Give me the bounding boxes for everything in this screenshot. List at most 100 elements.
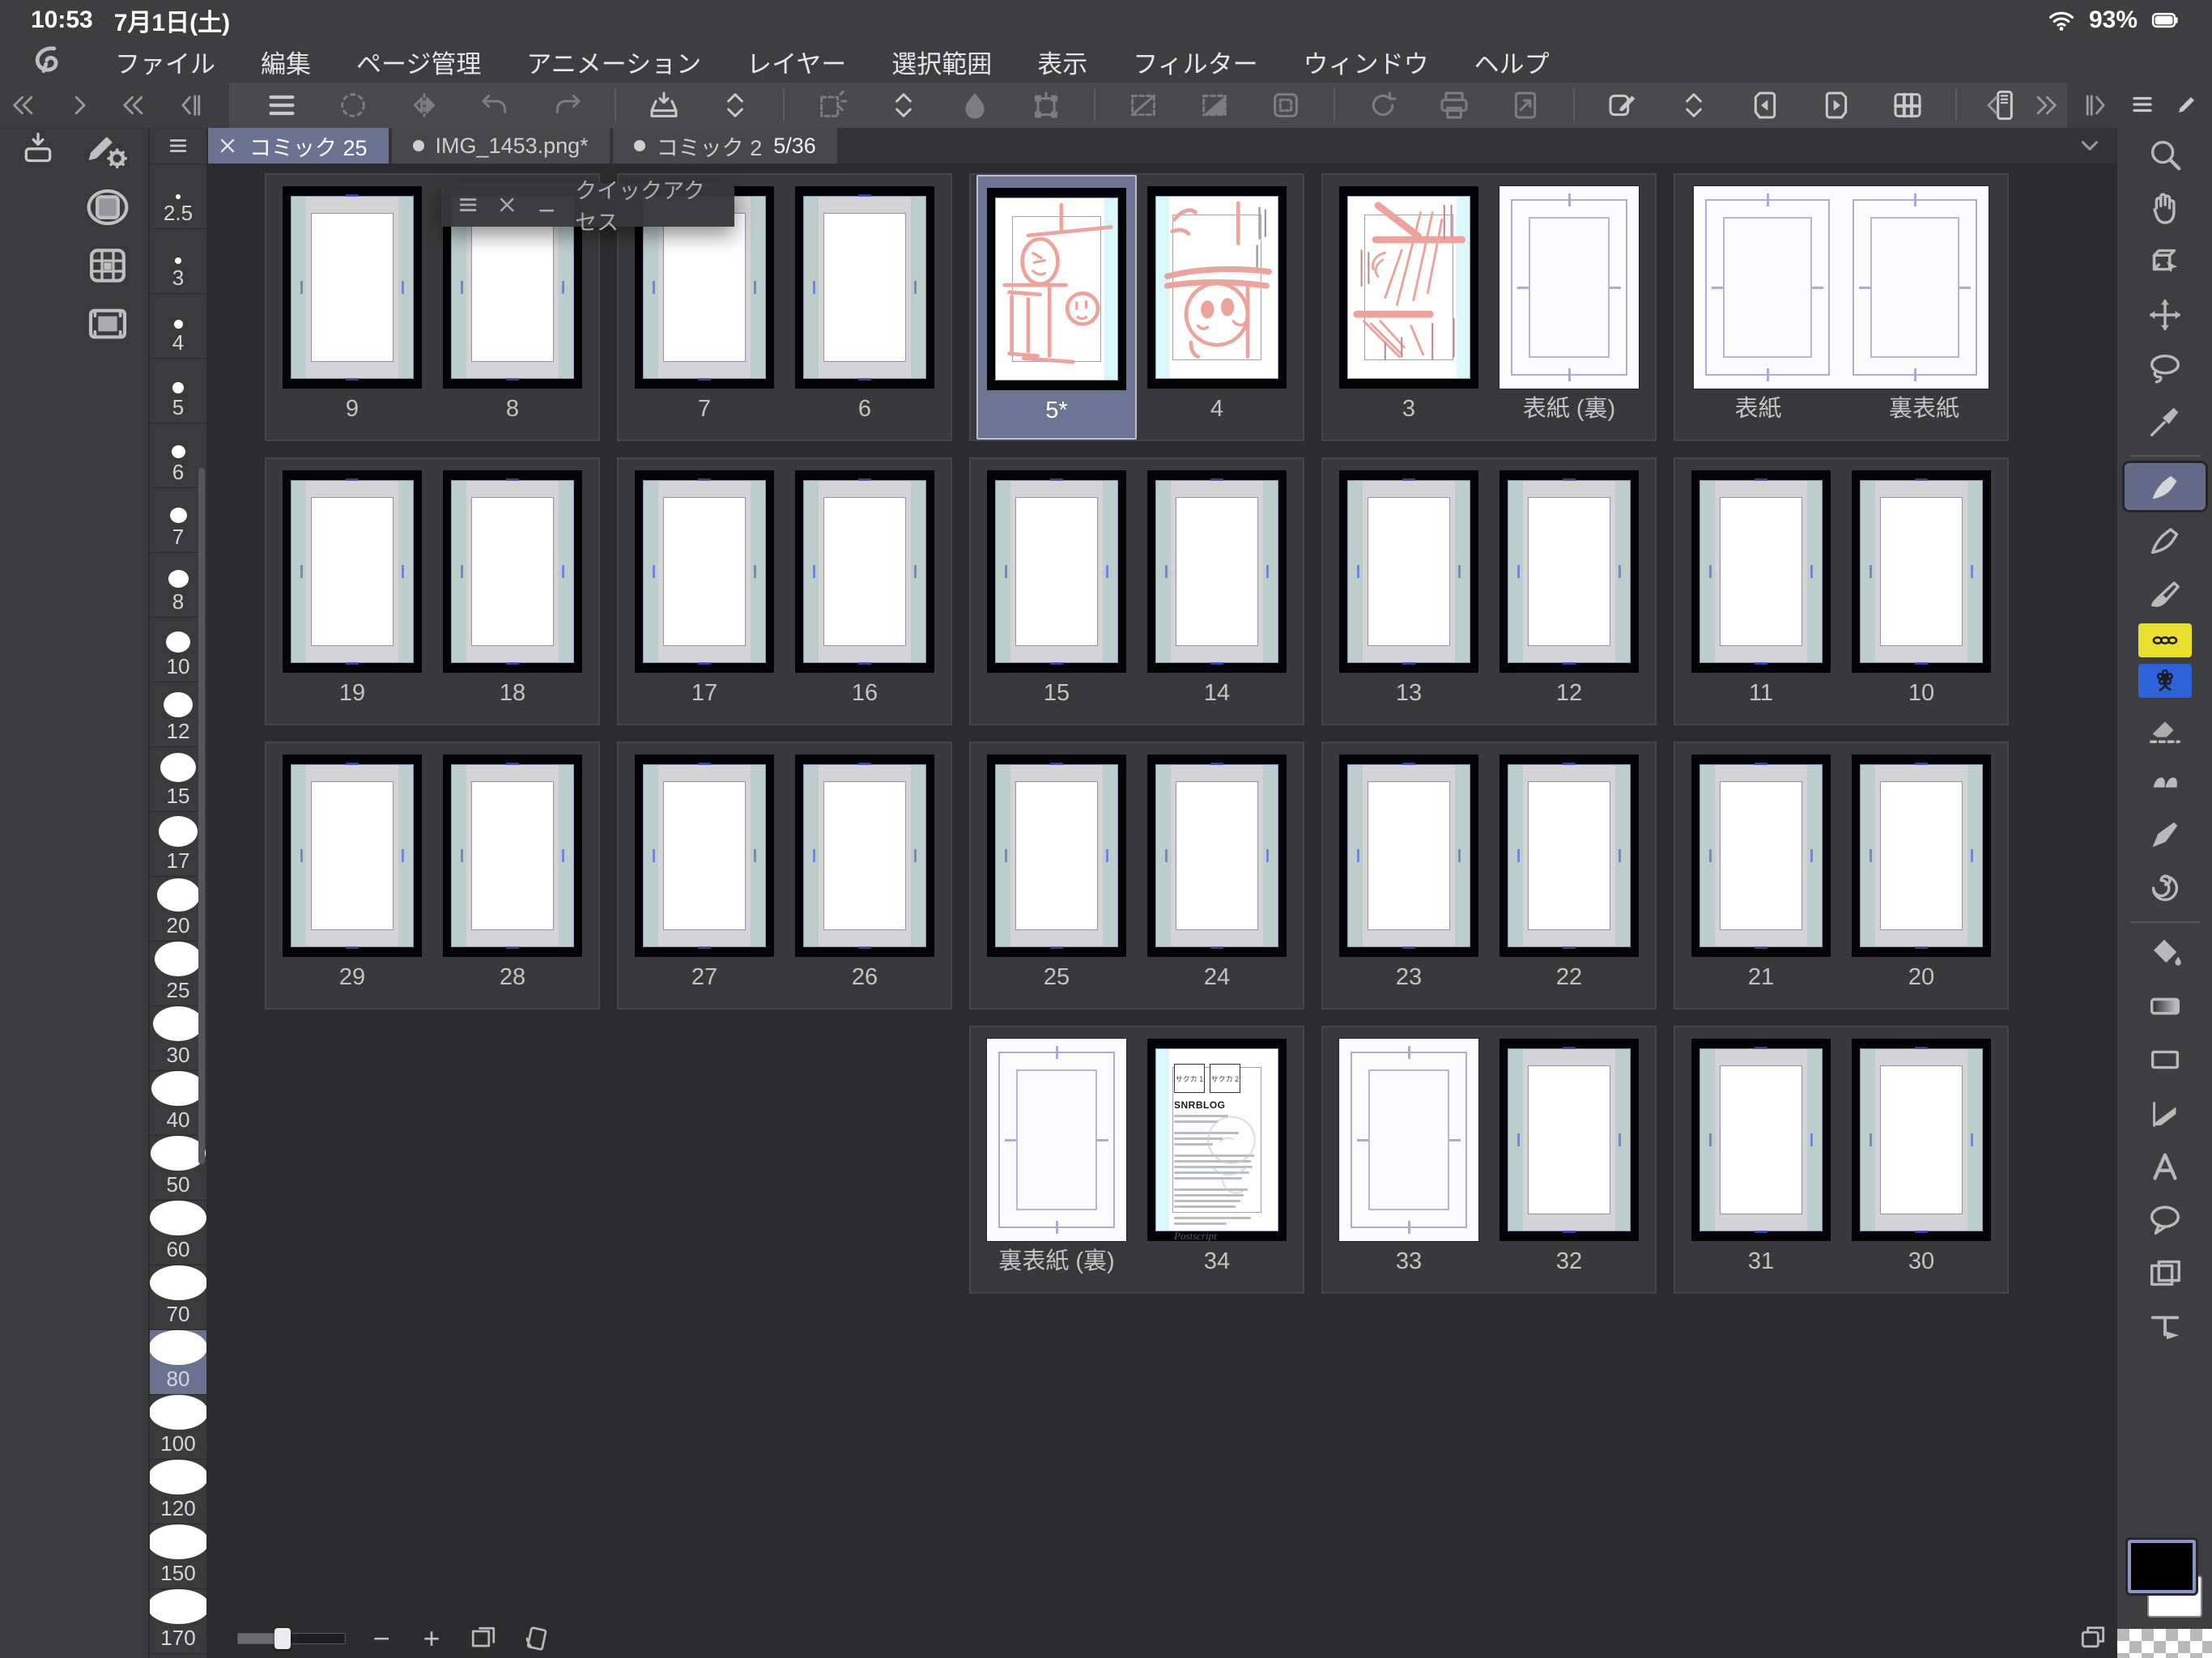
airbrush-tool[interactable] xyxy=(2133,811,2197,858)
page-cell-22[interactable]: 22 xyxy=(1489,743,1649,1008)
panel-chevron-icon[interactable] xyxy=(118,91,149,119)
selection-tool[interactable] xyxy=(2133,345,2197,392)
zoom-in-button[interactable]: + xyxy=(417,1624,446,1653)
frame-border-tool[interactable] xyxy=(2133,1250,2197,1297)
transform-button[interactable] xyxy=(1015,85,1078,125)
page-cell-30[interactable]: 30 xyxy=(1841,1027,2001,1292)
panel-chevron-icon[interactable] xyxy=(1979,91,2010,119)
brush-size-item-4[interactable]: 4 xyxy=(150,293,206,358)
menu-item-2[interactable]: ページ管理 xyxy=(356,44,481,80)
tab-list-chevron-icon[interactable] xyxy=(2074,132,2106,159)
menu-item-8[interactable]: ウィンドウ xyxy=(1304,44,1429,80)
panel-chevron-icon[interactable] xyxy=(2082,91,2113,119)
decoration-chain-tool[interactable] xyxy=(2138,623,2192,657)
quick-share-button[interactable] xyxy=(1591,85,1654,125)
menu-item-4[interactable]: レイヤー xyxy=(747,44,846,80)
pen-tool[interactable] xyxy=(2125,463,2206,510)
zoom-tool[interactable] xyxy=(2133,131,2197,178)
page-cell-32[interactable]: 32 xyxy=(1489,1027,1649,1292)
page-cell-34[interactable]: サクカ 1サクカ 2SNRBLOGPostscript34 xyxy=(1137,1027,1297,1292)
selection-toggle-button[interactable] xyxy=(872,85,935,125)
fill-selection-button[interactable] xyxy=(943,85,1006,125)
figure-tool[interactable] xyxy=(2133,1036,2197,1083)
zoom-slider-handle[interactable] xyxy=(274,1628,291,1649)
menu-item-9[interactable]: ヘルプ xyxy=(1474,44,1550,80)
text-tool[interactable] xyxy=(2133,1143,2197,1190)
frame-ruler-tool[interactable] xyxy=(2133,1090,2197,1137)
quickmask-icon[interactable] xyxy=(84,185,131,230)
page-cell-3[interactable]: 3 xyxy=(1329,175,1489,440)
reset-rotation-button[interactable] xyxy=(1351,85,1414,125)
main-color-swatch[interactable] xyxy=(2128,1540,2196,1593)
panel-chevron-icon[interactable] xyxy=(8,91,39,119)
hand-tool[interactable] xyxy=(2133,185,2197,232)
page-cell-18[interactable]: 18 xyxy=(432,459,593,724)
page-cell-24[interactable]: 24 xyxy=(1137,743,1297,1008)
brush-size-palette-menu[interactable] xyxy=(150,128,206,164)
brush-size-item-150[interactable]: 150 xyxy=(150,1524,206,1588)
menu-item-3[interactable]: アニメーション xyxy=(526,44,701,80)
page-cell-29[interactable]: 29 xyxy=(272,743,432,1008)
minimize-icon[interactable] xyxy=(536,193,557,217)
document-tab-2[interactable]: コミック 25/36 xyxy=(613,128,837,164)
pages-stack-icon[interactable] xyxy=(2076,1621,2110,1652)
menu-item-5[interactable]: 選択範囲 xyxy=(891,44,992,80)
brush-size-item-5[interactable]: 5 xyxy=(150,358,206,423)
panel-chevron-icon[interactable] xyxy=(63,91,94,119)
page-cell-23[interactable]: 23 xyxy=(1329,743,1489,1008)
export-button[interactable] xyxy=(632,85,696,125)
subtool-detail-toggle-button[interactable] xyxy=(1662,85,1725,125)
eraser-tool[interactable] xyxy=(2133,704,2197,751)
zoom-out-button[interactable]: − xyxy=(367,1624,396,1653)
brush-size-item-partial[interactable] xyxy=(150,1653,206,1658)
hamburger-icon[interactable] xyxy=(457,193,479,217)
menu-item-0[interactable]: ファイル xyxy=(115,44,215,80)
menu-item-6[interactable]: 表示 xyxy=(1037,44,1087,80)
tool-property-toggle-button[interactable] xyxy=(704,85,767,125)
tab-close-icon[interactable] xyxy=(217,135,238,156)
flip-view-button[interactable] xyxy=(393,85,456,125)
brush-size-item-80[interactable]: 80 xyxy=(150,1329,206,1394)
selection-launcher-button[interactable] xyxy=(801,85,864,125)
gradient-tool[interactable] xyxy=(2133,983,2197,1030)
brush-size-scrollbar[interactable] xyxy=(198,468,205,1164)
page-cell-25[interactable]: 25 xyxy=(976,743,1137,1008)
document-tab-0[interactable]: コミック 25 xyxy=(196,128,389,164)
brush-size-item-2.5[interactable]: 2.5 xyxy=(150,164,206,228)
brush-size-item-60[interactable]: 60 xyxy=(150,1200,206,1265)
zoom-slider[interactable] xyxy=(237,1633,346,1644)
decoration-tool[interactable] xyxy=(2133,865,2197,912)
page-cell-5*[interactable]: 5* xyxy=(976,175,1137,440)
brush-size-item-70[interactable]: 70 xyxy=(150,1265,206,1329)
page-cell-9[interactable]: 9 xyxy=(272,175,432,440)
menu-item-7[interactable]: フィルター xyxy=(1133,44,1257,80)
page-cell-裏表紙 (裏)[interactable]: 裏表紙 (裏) xyxy=(976,1027,1137,1292)
tool-rail-menu-icon[interactable] xyxy=(2129,92,2156,117)
app-logo-icon[interactable] xyxy=(28,44,70,79)
decoration-flower-tool[interactable] xyxy=(2138,664,2192,698)
page-cell-28[interactable]: 28 xyxy=(432,743,593,1008)
page-cell-21[interactable]: 21 xyxy=(1681,743,1841,1008)
film-icon[interactable] xyxy=(84,301,131,346)
page-cell-4[interactable]: 4 xyxy=(1137,175,1297,440)
page-cell-15[interactable]: 15 xyxy=(976,459,1137,724)
panel-chevron-icon[interactable] xyxy=(2031,91,2061,119)
tool-rail-edit-icon[interactable] xyxy=(2173,92,2201,117)
move-layer-tool[interactable] xyxy=(2133,291,2197,338)
download-tray-icon[interactable] xyxy=(19,130,57,165)
blend-tool[interactable] xyxy=(2133,758,2197,805)
quick-access-floating-bar[interactable]: クイックアクセス xyxy=(441,183,734,227)
page-cell-14[interactable]: 14 xyxy=(1137,459,1297,724)
page-cell-10[interactable]: 10 xyxy=(1841,459,2001,724)
brush-size-item-120[interactable]: 120 xyxy=(150,1459,206,1524)
page-cell-17[interactable]: 17 xyxy=(624,459,785,724)
main-menu-button[interactable] xyxy=(250,85,313,125)
page-manager-button[interactable] xyxy=(1876,85,1939,125)
processing-button[interactable] xyxy=(321,85,385,125)
redo-button[interactable] xyxy=(535,85,598,125)
page-cell-20[interactable]: 20 xyxy=(1841,743,2001,1008)
page-cell-27[interactable]: 27 xyxy=(624,743,785,1008)
panel-chevron-icon[interactable] xyxy=(173,91,204,119)
print-button[interactable] xyxy=(1423,85,1486,125)
selection-border-button[interactable] xyxy=(1254,85,1317,125)
